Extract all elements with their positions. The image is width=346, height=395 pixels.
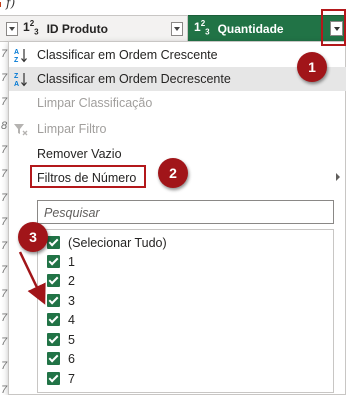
annotation-arrow — [18, 251, 46, 305]
badge-number: 3 — [29, 229, 37, 245]
badge-number: 2 — [169, 165, 177, 181]
badge-number: 1 — [308, 59, 316, 75]
